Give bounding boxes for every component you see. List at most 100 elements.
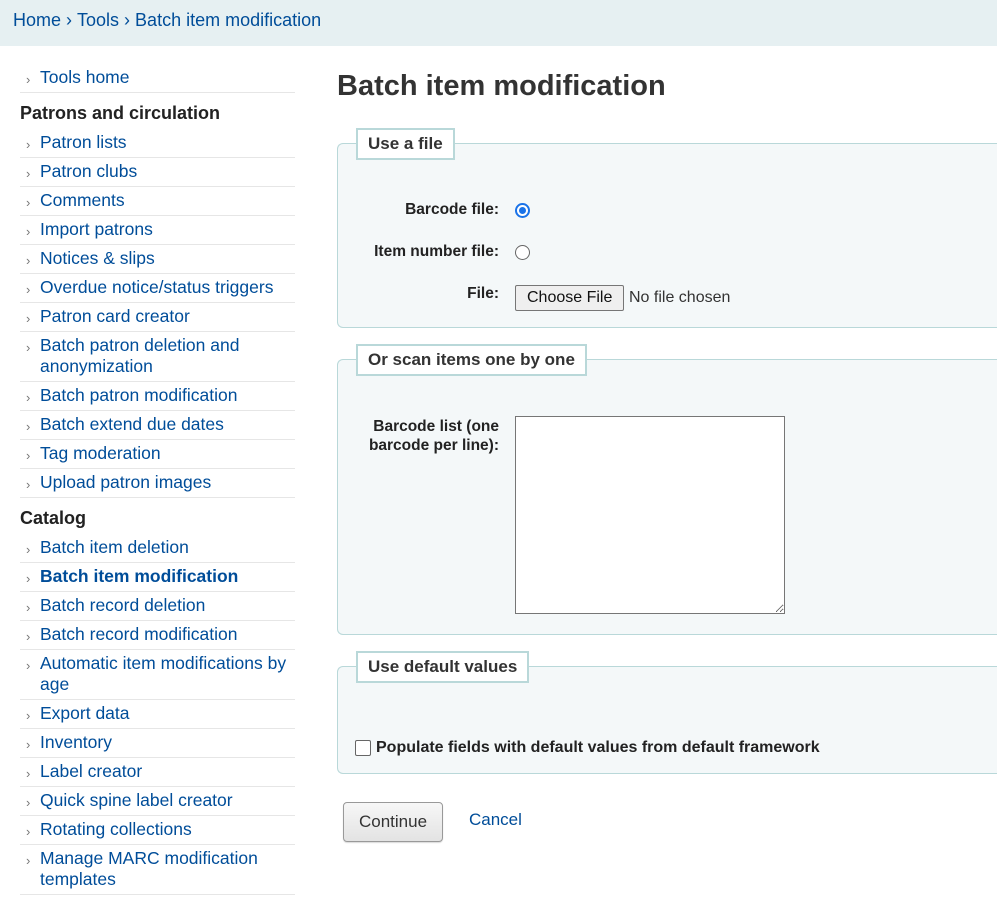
chevron-right-icon: ›	[26, 137, 31, 152]
chevron-right-icon: ›	[26, 571, 31, 586]
chevron-right-icon: ›	[26, 824, 31, 839]
chevron-right-icon: ›	[26, 737, 31, 752]
sidebar-item-batch-patron-modification[interactable]: › Batch patron modification	[20, 382, 295, 411]
barcode-list-label: Barcode list (one barcode per line):	[368, 418, 499, 454]
sidebar-item-link[interactable]: Batch item deletion	[40, 537, 189, 557]
chevron-right-icon: ›	[26, 419, 31, 434]
breadcrumb: Home › Tools › Batch item modification	[0, 0, 997, 46]
sidebar-item-link[interactable]: Manage MARC modification templates	[40, 848, 258, 889]
choose-file-button[interactable]: Choose File	[515, 285, 625, 311]
chevron-right-icon: ›	[26, 72, 31, 87]
file-label: File:	[467, 285, 499, 302]
sidebar-top-list: › Tools home	[20, 64, 295, 93]
breadcrumb-current-link[interactable]: Batch item modification	[135, 10, 321, 30]
item-number-file-label: Item number file:	[374, 243, 499, 260]
default-values-legend: Use default values	[356, 651, 530, 683]
sidebar-item-link[interactable]: Comments	[40, 190, 125, 210]
sidebar-item-link[interactable]: Rotating collections	[40, 819, 192, 839]
sidebar-item-link[interactable]: Overdue notice/status triggers	[40, 277, 273, 297]
chevron-right-icon: ›	[26, 311, 31, 326]
chevron-right-icon: ›	[26, 708, 31, 723]
sidebar-item-patron-lists[interactable]: › Patron lists	[20, 129, 295, 158]
scan-items-legend: Or scan items one by one	[356, 344, 587, 376]
barcode-list-textarea[interactable]	[515, 416, 785, 614]
sidebar-item-comments[interactable]: › Comments	[20, 187, 295, 216]
sidebar-item-link[interactable]: Automatic item modifications by age	[40, 653, 286, 694]
sidebar-item-quick-spine-label-creator[interactable]: › Quick spine label creator	[20, 787, 295, 816]
page-title: Batch item modification	[337, 70, 666, 102]
sidebar-list-catalog: › Batch item deletion › Batch item modific…	[20, 534, 295, 895]
breadcrumb-home-link[interactable]: Home	[13, 10, 61, 30]
sidebar-item-batch-record-deletion[interactable]: › Batch record deletion	[20, 592, 295, 621]
sidebar-item-link[interactable]: Label creator	[40, 761, 142, 781]
sidebar-item-label-creator[interactable]: › Label creator	[20, 758, 295, 787]
sidebar-item-batch-record-modification[interactable]: › Batch record modification	[20, 621, 295, 650]
use-file-legend: Use a file	[356, 128, 455, 160]
sidebar-item-patron-clubs[interactable]: › Patron clubs	[20, 158, 295, 187]
chevron-right-icon: ›	[26, 629, 31, 644]
sidebar-item-rotating-collections[interactable]: › Rotating collections	[20, 816, 295, 845]
sidebar-item-link[interactable]: Export data	[40, 703, 130, 723]
sidebar-item-patron-card-creator[interactable]: › Patron card creator	[20, 303, 295, 332]
chevron-right-icon: ›	[26, 477, 31, 492]
sidebar-heading-catalog: Catalog	[20, 508, 87, 528]
sidebar-item-link[interactable]: Upload patron images	[40, 472, 211, 492]
sidebar-item-link[interactable]: Batch patron modification	[40, 385, 237, 405]
chevron-right-icon: ›	[26, 253, 31, 268]
main-content: Batch item modification	[337, 62, 997, 103]
populate-defaults-checkbox[interactable]	[355, 740, 371, 756]
barcode-file-label: Barcode file:	[405, 201, 499, 218]
barcode-file-radio[interactable]	[515, 203, 530, 218]
populate-defaults-label[interactable]: Populate fields with default values from…	[376, 739, 820, 757]
chevron-right-icon: ›	[26, 542, 31, 557]
chevron-right-icon: ›	[26, 166, 31, 181]
sidebar-item-tools-home[interactable]: › Tools home	[20, 64, 295, 93]
sidebar-item-link[interactable]: Batch item modification	[40, 566, 238, 586]
sidebar-heading-patrons: Patrons and circulation	[20, 103, 221, 123]
sidebar-item-link[interactable]: Notices & slips	[40, 248, 155, 268]
chevron-right-icon: ›	[26, 795, 31, 810]
sidebar-item-export-data[interactable]: › Export data	[20, 700, 295, 729]
chevron-right-icon: ›	[26, 340, 31, 355]
sidebar-item-link[interactable]: Inventory	[40, 732, 112, 752]
sidebar-item-automatic-item-modifications[interactable]: › Automatic item modifications by age	[20, 650, 295, 700]
sidebar-item-link[interactable]: Tag moderation	[40, 443, 161, 463]
sidebar-item-batch-extend-due-dates[interactable]: › Batch extend due dates	[20, 411, 295, 440]
use-file-fieldset: Use a file Barcode file: Item number fil…	[337, 128, 997, 328]
sidebar-item-notices-slips[interactable]: › Notices & slips	[20, 245, 295, 274]
sidebar-item-link[interactable]: Tools home	[40, 67, 130, 87]
sidebar-item-import-patrons[interactable]: › Import patrons	[20, 216, 295, 245]
sidebar-item-link[interactable]: Batch record modification	[40, 624, 237, 644]
breadcrumb-separator: ›	[66, 10, 73, 30]
sidebar-item-link[interactable]: Batch extend due dates	[40, 414, 224, 434]
sidebar-item-upload-patron-images[interactable]: › Upload patron images	[20, 469, 295, 498]
sidebar-item-batch-item-deletion[interactable]: › Batch item deletion	[20, 534, 295, 563]
chevron-right-icon: ›	[26, 224, 31, 239]
default-values-fieldset: Use default values Populate fields with …	[337, 651, 997, 774]
breadcrumb-tools-link[interactable]: Tools	[77, 10, 119, 30]
sidebar-item-inventory[interactable]: › Inventory	[20, 729, 295, 758]
chevron-right-icon: ›	[26, 282, 31, 297]
chevron-right-icon: ›	[26, 448, 31, 463]
sidebar-item-link[interactable]: Patron card creator	[40, 306, 190, 326]
chevron-right-icon: ›	[26, 658, 31, 673]
chevron-right-icon: ›	[26, 766, 31, 781]
continue-button[interactable]: Continue	[343, 802, 444, 842]
sidebar-item-link[interactable]: Patron clubs	[40, 161, 137, 181]
sidebar-item-link[interactable]: Import patrons	[40, 219, 153, 239]
chevron-right-icon: ›	[26, 390, 31, 405]
sidebar-item-batch-item-modification[interactable]: › Batch item modification	[20, 563, 295, 592]
sidebar-item-batch-patron-deletion[interactable]: › Batch patron deletion and anonymization	[20, 332, 295, 382]
sidebar-item-link[interactable]: Patron lists	[40, 132, 127, 152]
sidebar-item-tag-moderation[interactable]: › Tag moderation	[20, 440, 295, 469]
chevron-right-icon: ›	[26, 600, 31, 615]
item-number-file-radio[interactable]	[515, 245, 530, 260]
sidebar-item-link[interactable]: Quick spine label creator	[40, 790, 233, 810]
cancel-link[interactable]: Cancel	[469, 810, 522, 830]
sidebar-item-link[interactable]: Batch patron deletion and anonymization	[40, 335, 239, 376]
sidebar-item-marc-modification-templates[interactable]: › Manage MARC modification templates	[20, 845, 295, 895]
breadcrumb-separator: ›	[124, 10, 131, 30]
sidebar-item-link[interactable]: Batch record deletion	[40, 595, 205, 615]
sidebar-item-overdue-triggers[interactable]: › Overdue notice/status triggers	[20, 274, 295, 303]
scan-items-fieldset: Or scan items one by one Barcode list (o…	[337, 344, 997, 635]
